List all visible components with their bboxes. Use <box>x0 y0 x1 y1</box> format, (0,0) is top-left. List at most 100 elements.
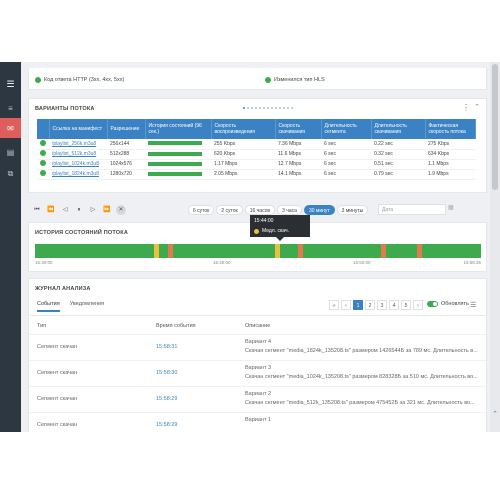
mail-icon[interactable]: ✉ <box>0 118 21 138</box>
actual-speed-cell: 634 Kbps <box>425 149 476 160</box>
tab-notifications[interactable]: Уведомления <box>70 301 104 312</box>
variants-card: ВАРИАНТЫ ПОТОКА ⋮ ⌃ Ссылка на манифест Р… <box>28 98 487 193</box>
event-detail: Скачан сегмент "media_1024k_135208.ts" р… <box>245 374 478 380</box>
actual-speed-cell: 275 Kbps <box>425 139 476 150</box>
refresh-toggle[interactable] <box>427 301 438 307</box>
range-button[interactable]: 3 часа <box>277 205 302 215</box>
green-dot-icon <box>35 77 41 83</box>
page-button[interactable]: 1 <box>353 300 363 310</box>
date-input[interactable]: Дата <box>378 204 446 215</box>
col-resolution: Разрешение <box>107 119 146 139</box>
page-button[interactable]: 2 <box>365 300 375 310</box>
history-cell <box>145 149 211 160</box>
range-button[interactable]: 3 минуты <box>336 205 369 215</box>
journal-row[interactable]: Сегмент скачан 15:58:29 Вариант 1 <box>29 412 486 432</box>
col-dl-speed: Скорость скачивания <box>275 119 322 139</box>
scrollbar[interactable]: ⌃ <box>490 62 500 432</box>
scroll-up-icon[interactable]: ⌃ <box>491 410 499 418</box>
dl-dur-cell: 0.22 sec <box>371 139 425 150</box>
state-segment[interactable] <box>416 244 422 258</box>
event-detail: Скачан сегмент "media_512k_135208.ts" ра… <box>245 400 475 406</box>
col-description: Описание <box>245 323 271 329</box>
state-segment[interactable] <box>274 244 280 258</box>
page-button[interactable]: 3 <box>377 300 387 310</box>
document-icon[interactable]: ▤ <box>0 142 21 162</box>
event-time[interactable]: 15:58:29 <box>156 422 177 428</box>
page-button[interactable]: 4 <box>389 300 399 310</box>
range-button[interactable]: 2 суток <box>216 205 243 215</box>
manifest-link[interactable]: /playlist_512k.m3u8 <box>49 149 107 160</box>
col-time: Время события <box>156 323 196 329</box>
status-dot-icon <box>40 139 46 146</box>
page-button[interactable]: ‹‹ <box>329 300 339 310</box>
list-icon[interactable]: ≡ <box>0 98 21 118</box>
manifest-link[interactable]: /playlist_1824k.m3u8 <box>49 169 107 180</box>
prev-icon[interactable]: ◁ <box>60 205 70 215</box>
seg-dur-cell: 6 sec <box>321 149 371 160</box>
refresh-label: Обновлять <box>441 301 469 307</box>
step-forward-icon[interactable]: ⏩ <box>102 205 112 215</box>
carousel-dots[interactable] <box>243 107 293 109</box>
step-back-icon[interactable]: ⏪ <box>46 205 56 215</box>
timeline-ticks: 15:30:00 15:40:00 15:50:00 15:58:35 <box>35 260 481 267</box>
variant-row[interactable]: /playlist_1824k.m3u8 1280x720 2.05 Mbps 14.… <box>37 169 476 180</box>
event-time[interactable]: 15:58:29 <box>156 396 177 402</box>
divider <box>29 315 486 316</box>
col-manifest: Ссылка на манифест <box>49 119 108 139</box>
range-button[interactable]: 30 минут <box>303 205 335 215</box>
dl-speed-cell: 14.1 Mbps <box>275 169 321 180</box>
filter-icon[interactable]: ☰ <box>470 301 476 309</box>
journal-row[interactable]: Сегмент скачан 15:58:31 Вариант 4 Скачан се… <box>29 334 486 360</box>
auto-refresh[interactable]: Обновлять <box>427 301 469 307</box>
history-bar <box>148 171 202 176</box>
scrollbar-thumb[interactable] <box>492 64 498 190</box>
pause-icon[interactable]: ⏸ <box>74 205 84 215</box>
status-dot-icon <box>40 160 46 166</box>
play-speed-cell: 255 Kbps <box>211 139 275 150</box>
close-icon[interactable]: ✕ <box>116 205 126 215</box>
page-button[interactable]: › <box>413 300 423 310</box>
play-icon[interactable]: ▷ <box>88 205 98 215</box>
journal-row[interactable]: Сегмент скачан 15:58:29 Вариант 2 Скачан се… <box>29 386 486 412</box>
calendar-icon[interactable]: ▦ <box>448 204 454 211</box>
resolution-cell: 512x288 <box>107 149 145 160</box>
event-type: Сегмент скачан <box>37 370 78 376</box>
more-vert-icon[interactable]: ⋮ <box>462 103 470 112</box>
page-button[interactable]: ‹ <box>341 300 351 310</box>
manifest-link[interactable]: /playlist_1024k.m3u8 <box>49 159 107 170</box>
history-title: ИСТОРИЯ СОСТОЯНИЙ ПОТОКА <box>35 230 128 236</box>
event-type: Сегмент скачан <box>37 422 78 428</box>
variant-row[interactable]: /playlist_1024k.m3u8 1024x576 1.17 Mbps 12.… <box>37 159 476 170</box>
event-variant: Вариант 4 <box>245 339 272 345</box>
event-time[interactable]: 15:58:31 <box>156 344 177 350</box>
page-button[interactable]: 5 <box>401 300 411 310</box>
variant-row[interactable]: /playlist_512k.m3u8 512x288 620 Kbps 11.6 M… <box>37 149 476 160</box>
col-status <box>37 119 50 139</box>
time-range-selector: 6 суток 2 суток 16 часов 3 часа 30 минут 3 ми… <box>188 205 369 215</box>
tab-events[interactable]: События <box>37 301 60 312</box>
play-speed-cell: 2.05 Mbps <box>211 169 275 180</box>
event-type: Сегмент скачан <box>37 344 78 350</box>
range-button[interactable]: 16 часов <box>244 205 276 215</box>
green-dot-icon <box>265 77 271 83</box>
state-timeline[interactable] <box>35 244 481 258</box>
manifest-link[interactable]: /playlist_256k.m3u8 <box>49 139 107 150</box>
copy-icon[interactable]: ⧉ <box>0 164 21 184</box>
variants-title: ВАРИАНТЫ ПОТОКА <box>35 106 95 112</box>
journal-row[interactable]: Сегмент скачан 15:58:30 Вариант 3 Скачан се… <box>29 360 486 386</box>
event-time[interactable]: 15:58:30 <box>156 370 177 376</box>
timeline-tooltip: 15:44:00 Медл. скач. <box>250 215 310 241</box>
state-segment[interactable] <box>153 244 159 258</box>
range-button[interactable]: 6 суток <box>188 205 215 215</box>
chevron-up-icon[interactable]: ⌃ <box>474 103 480 111</box>
resolution-cell: 256x144 <box>107 139 145 150</box>
tooltip-state: Медл. скач. <box>262 228 289 234</box>
state-segment[interactable] <box>380 244 386 258</box>
first-icon[interactable]: ⏮ <box>32 205 42 215</box>
state-segment[interactable] <box>298 244 304 258</box>
hamburger-menu-icon[interactable]: ☰ <box>0 74 21 94</box>
legend-hls-type: Изменился тип HLS <box>265 77 325 83</box>
dl-dur-cell: 0.51 sec <box>371 159 425 170</box>
state-segment[interactable] <box>168 244 174 258</box>
variant-row[interactable]: /playlist_256k.m3u8 256x144 255 Kbps 7.36 M… <box>37 139 476 150</box>
